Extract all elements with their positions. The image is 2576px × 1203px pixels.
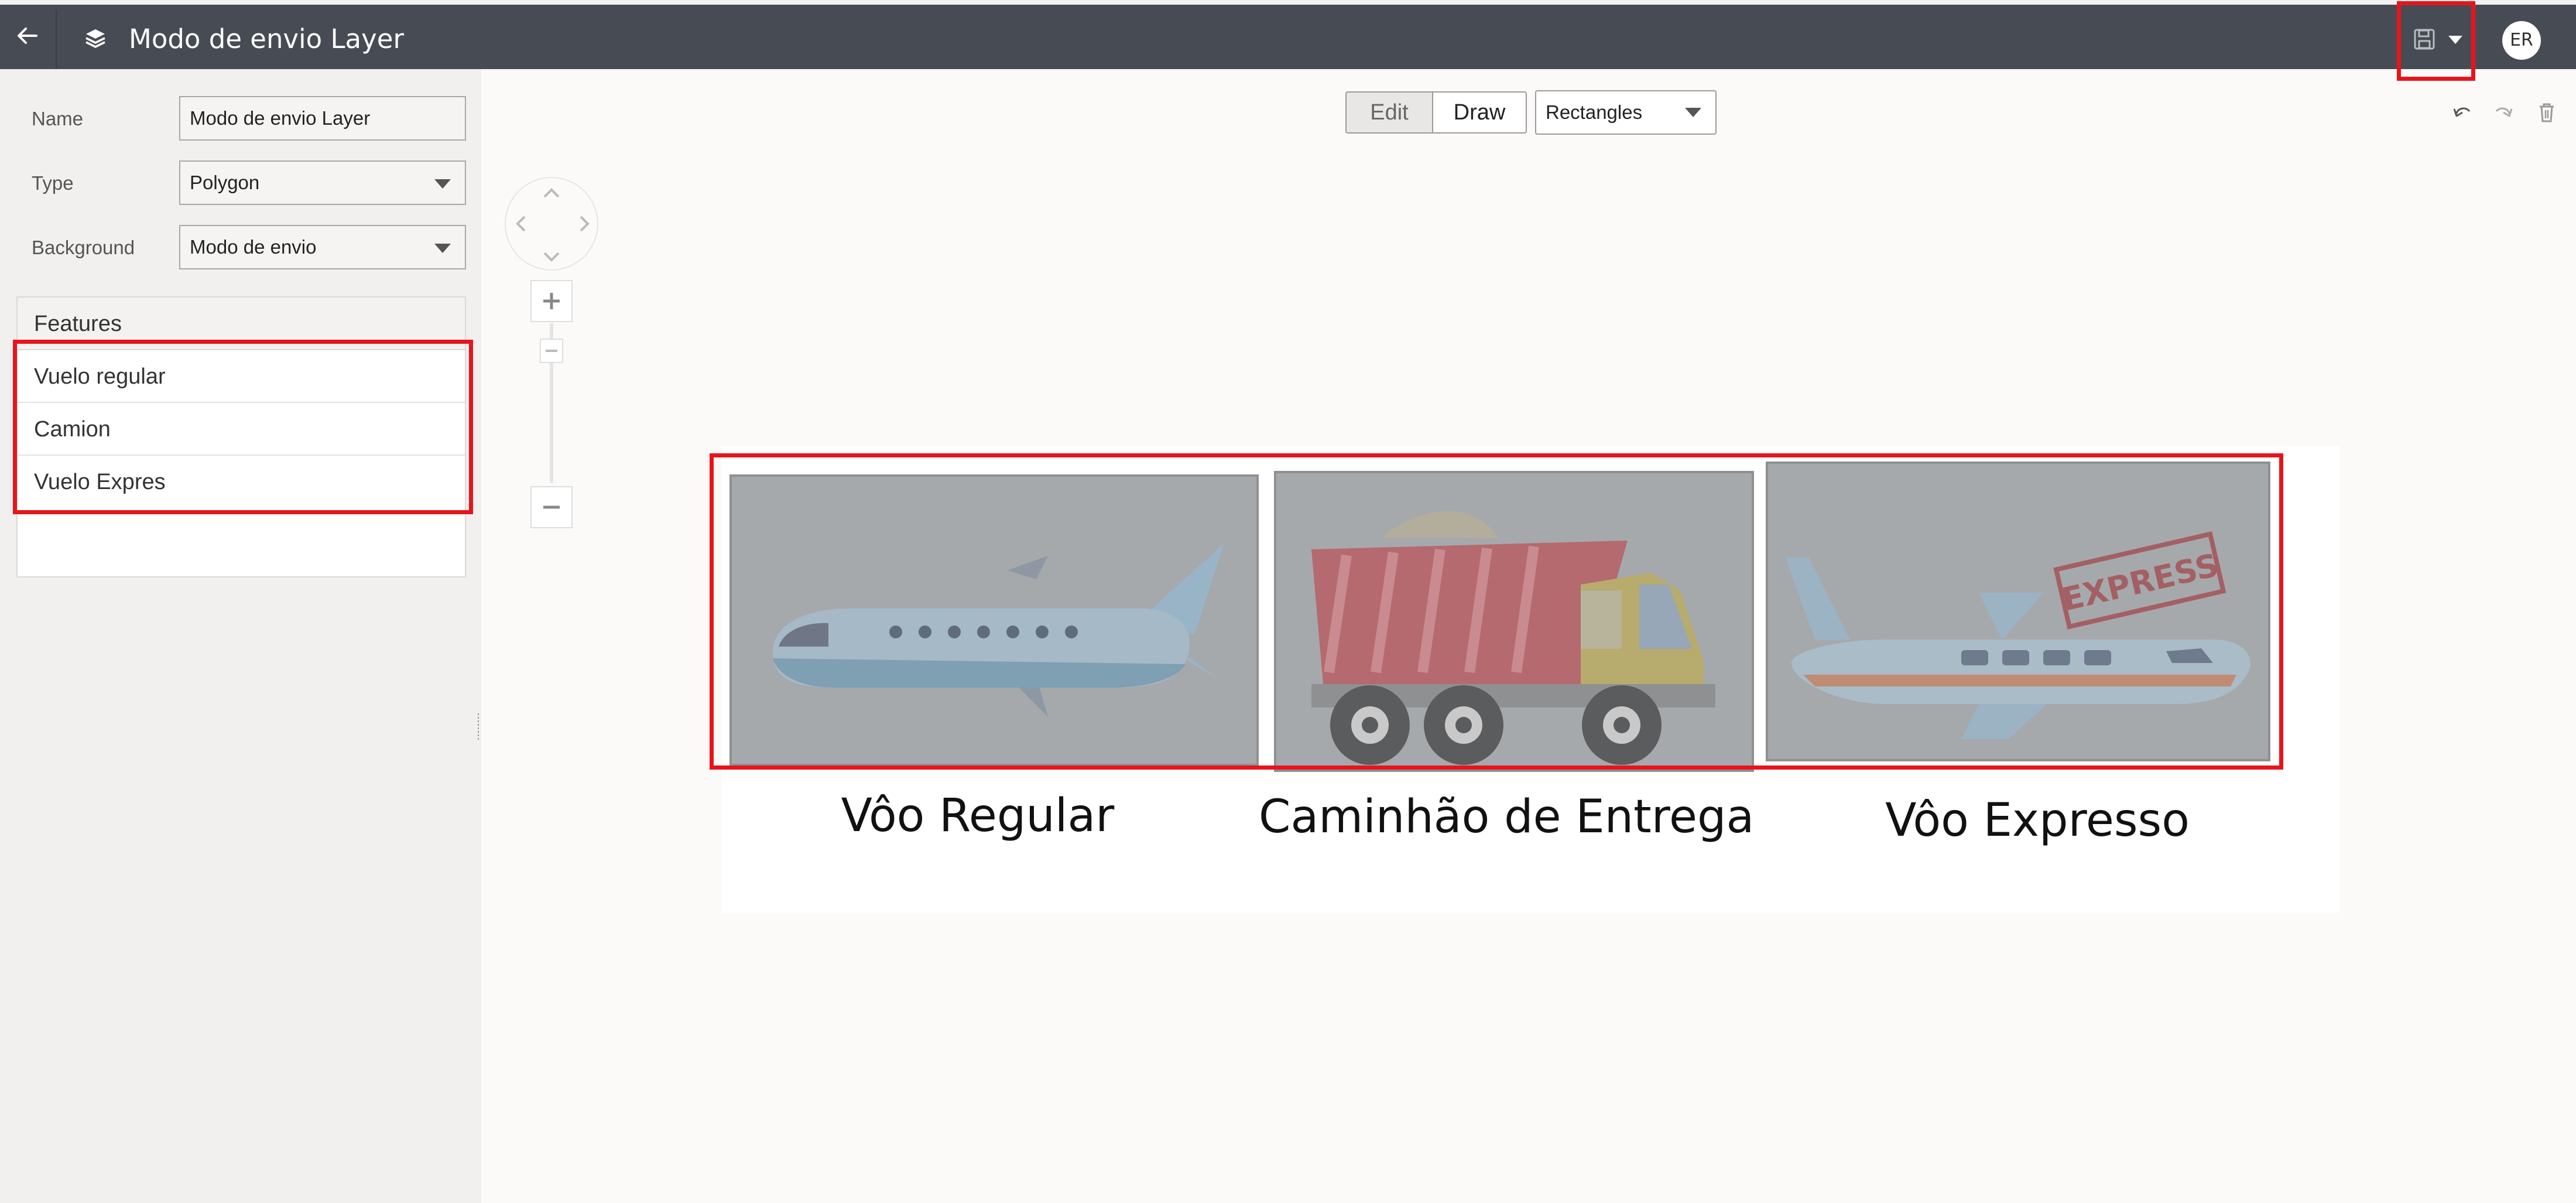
draw-mode-button[interactable]: Draw: [1432, 91, 1527, 134]
pan-control[interactable]: [505, 177, 598, 271]
background-select[interactable]: Modo de envio: [179, 225, 466, 269]
shape-type-value: Rectangles: [1546, 101, 1643, 123]
shape-type-select[interactable]: Rectangles: [1535, 90, 1717, 135]
caption-voo-expresso: Vôo Expresso: [1885, 794, 2190, 847]
back-arrow-icon[interactable]: [13, 21, 42, 50]
minus-icon: [546, 350, 557, 352]
zoom-in-button[interactable]: [530, 280, 573, 322]
pan-arrows-icon[interactable]: [506, 178, 600, 272]
highlight-canvas-features: [710, 453, 2283, 770]
zoom-out-button[interactable]: [530, 486, 573, 528]
chevron-down-icon: [434, 244, 451, 253]
name-label: Name: [32, 108, 84, 129]
redo-icon[interactable]: [2492, 101, 2515, 124]
properties-panel: Name Modo de envio Layer Type Polygon Ba…: [0, 69, 481, 1203]
name-field[interactable]: Modo de envio Layer: [179, 96, 466, 141]
edit-mode-button[interactable]: Edit: [1345, 91, 1432, 134]
background-label: Background: [32, 237, 135, 258]
chevron-down-icon: [434, 179, 451, 189]
caption-voo-regular: Vôo Regular: [841, 790, 1115, 842]
plus-icon: [543, 293, 560, 309]
type-select[interactable]: Polygon: [179, 160, 466, 205]
minus-icon: [543, 505, 560, 509]
header-divider: [56, 9, 57, 69]
type-label: Type: [32, 172, 74, 194]
user-avatar[interactable]: ER: [2502, 21, 2541, 60]
panel-resize-handle[interactable]: [477, 713, 480, 740]
undo-icon[interactable]: [2451, 101, 2474, 124]
highlight-features: [13, 340, 473, 514]
top-bar: Modo de envio Layer ER: [0, 0, 2576, 81]
background-select-value: Modo de envio: [190, 236, 317, 258]
highlight-save: [2397, 1, 2475, 81]
trash-icon[interactable]: [2535, 101, 2558, 124]
chevron-down-icon: [1685, 108, 1701, 117]
page-title: Modo de envio Layer: [129, 23, 404, 54]
zoom-slider-thumb[interactable]: [540, 339, 563, 363]
type-select-value: Polygon: [190, 172, 260, 193]
layers-icon: [85, 29, 105, 48]
caption-caminhao-de-entrega: Caminhão de Entrega: [1259, 791, 1755, 843]
